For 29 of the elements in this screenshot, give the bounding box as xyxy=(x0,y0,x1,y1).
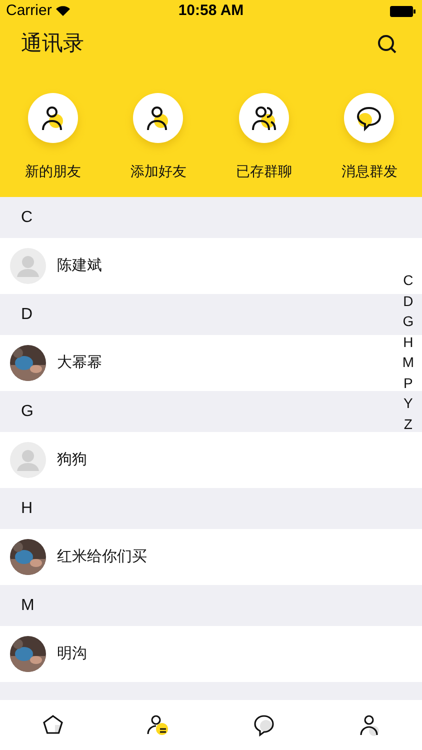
contact-row[interactable]: 明沟 xyxy=(0,626,422,682)
index-letter[interactable]: C xyxy=(403,270,414,290)
index-letter[interactable]: M xyxy=(402,352,414,372)
contact-name: 红米给你们买 xyxy=(57,546,147,567)
clock-time: 10:58 AM xyxy=(178,0,244,21)
contact-row[interactable]: 狗狗 xyxy=(0,432,422,488)
index-letter[interactable]: Y xyxy=(403,393,413,414)
person-icon xyxy=(357,713,382,737)
index-letter[interactable]: Z xyxy=(404,414,412,434)
contact-name: 陈建斌 xyxy=(57,256,102,276)
default-avatar-icon xyxy=(10,248,46,284)
action-label: 消息群发 xyxy=(341,162,398,181)
default-avatar-icon xyxy=(10,442,46,478)
contact-name: 明沟 xyxy=(57,644,87,664)
contacts-icon xyxy=(146,713,170,737)
action-label: 添加好友 xyxy=(130,162,186,181)
index-letter[interactable]: P xyxy=(403,372,413,393)
action-label: 新的朋友 xyxy=(24,162,81,181)
contact-name: 狗狗 xyxy=(57,450,87,470)
contact-row[interactable]: 红米给你们买 xyxy=(0,529,422,585)
speech-bubble-icon xyxy=(252,713,276,737)
pentagon-icon xyxy=(40,713,65,737)
carrier-label: Carrier xyxy=(6,0,52,21)
contact-name: 大幂幂 xyxy=(57,352,102,373)
index-letter[interactable]: G xyxy=(402,311,414,332)
page-title: 通讯录 xyxy=(21,31,84,58)
battery-icon xyxy=(390,6,416,16)
wifi-icon xyxy=(56,6,70,16)
action-label: 已存群聊 xyxy=(236,162,292,181)
